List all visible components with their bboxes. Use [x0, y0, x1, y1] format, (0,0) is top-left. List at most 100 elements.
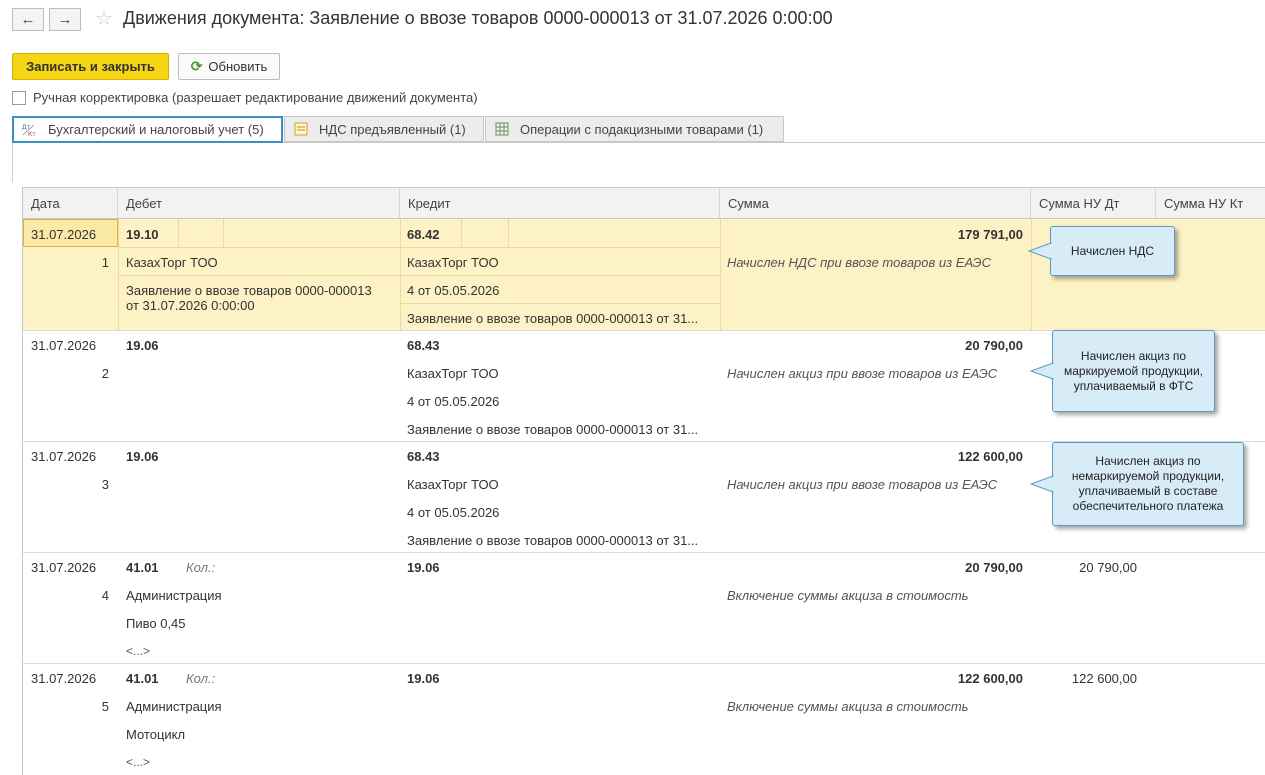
row2-date: 31.07.2026: [31, 338, 97, 353]
row5-debit-subconto-2: Мотоцикл: [126, 727, 186, 742]
row2-content: Начислен акциз при ввозе товаров из ЕАЭС: [727, 366, 998, 381]
row1-credit-subconto-3: Заявление о ввозе товаров 0000-000013 от…: [407, 311, 699, 326]
cell-divider: [400, 275, 720, 276]
tab-vat[interactable]: НДС предъявленный (1): [284, 116, 484, 142]
tab-vat-label: НДС предъявленный (1): [319, 121, 466, 137]
row1-credit-account: 68.42: [407, 227, 440, 242]
refresh-label: Обновить: [208, 59, 268, 74]
row3-content: Начислен акциз при ввозе товаров из ЕАЭС: [727, 477, 998, 492]
row5-nu-dt: 122 600,00: [1071, 671, 1137, 686]
row3-credit-subconto-3: Заявление о ввозе товаров 0000-000013 от…: [407, 533, 699, 548]
row1-debit-account: 19.10: [126, 227, 159, 242]
forward-button[interactable]: →: [49, 8, 81, 31]
row4-num: 4: [101, 588, 109, 603]
cell-divider: [223, 219, 224, 247]
tab-accounting[interactable]: Дт Кт Бухгалтерский и налоговый учет (5): [12, 116, 283, 143]
row5-debit-account: 41.01: [126, 671, 159, 686]
row5-content: Включение суммы акциза в стоимость: [727, 699, 969, 714]
row5-credit-account: 19.06: [407, 671, 440, 686]
cell-divider: [1031, 219, 1032, 330]
row3-num: 3: [101, 477, 109, 492]
row2-credit-subconto-1: КазахТорг ТОО: [407, 366, 499, 381]
row1-amount: 179 791,00: [957, 227, 1023, 242]
row5-amount: 122 600,00: [957, 671, 1023, 686]
svg-text:Кт: Кт: [28, 131, 36, 137]
arrow-right-icon: →: [57, 11, 73, 28]
col-header-credit[interactable]: Кредит: [400, 188, 720, 219]
callout-excise-marked: Начислен акциз по маркируемой продукции,…: [1029, 330, 1215, 412]
row1-date: 31.07.2026: [31, 227, 97, 242]
row4-debit-subconto-1: Администрация: [126, 588, 222, 603]
row4-nu-dt: 20 790,00: [1079, 560, 1137, 575]
tab-excise-label: Операции с подакцизными товарами (1): [520, 121, 764, 137]
row2-credit-subconto-3: Заявление о ввозе товаров 0000-000013 от…: [407, 422, 699, 437]
row3-amount: 122 600,00: [957, 449, 1023, 464]
row-divider: [23, 663, 1265, 664]
col-header-nu-dt[interactable]: Сумма НУ Дт: [1031, 188, 1156, 219]
callout-excise-unmarked: Начислен акциз по немаркируемой продукци…: [1029, 442, 1244, 526]
callout-vat: Начислен НДС: [1027, 226, 1175, 276]
row5-debit-qty-label: Кол.:: [186, 671, 216, 686]
row-divider: [23, 552, 1265, 553]
cell-divider: [118, 247, 720, 248]
favorite-star-icon[interactable]: ☆: [95, 6, 113, 31]
row2-num: 2: [101, 366, 109, 381]
excise-register-icon: [494, 122, 510, 136]
accounting-dt-kt-icon: Дт Кт: [22, 123, 38, 137]
tab-excise[interactable]: Операции с подакцизными товарами (1): [485, 116, 784, 142]
col-header-debit[interactable]: Дебет: [118, 188, 400, 219]
row3-credit-account: 68.43: [407, 449, 440, 464]
row1-credit-subconto-1: КазахТорг ТОО: [407, 255, 499, 270]
row2-debit-account: 19.06: [126, 338, 159, 353]
page-title: Движения документа: Заявление о ввозе то…: [123, 8, 833, 28]
row4-debit-qty-label: Кол.:: [186, 560, 216, 575]
row3-debit-account: 19.06: [126, 449, 159, 464]
tab-accounting-label: Бухгалтерский и налоговый учет (5): [48, 122, 264, 137]
callout-pointer: [1029, 475, 1055, 493]
row3-credit-subconto-2: 4 от 05.05.2026: [407, 505, 500, 520]
row4-credit-account: 19.06: [407, 560, 440, 575]
cell-divider: [508, 219, 509, 247]
callout-excise-marked-text: Начислен акциз по маркируемой продукции,…: [1063, 348, 1204, 393]
col-header-amount[interactable]: Сумма: [720, 188, 1031, 219]
row5-debit-more[interactable]: <...>: [126, 755, 150, 769]
row5-date: 31.07.2026: [31, 671, 97, 686]
row4-debit-more[interactable]: <...>: [126, 644, 150, 658]
panel-border: [12, 142, 13, 182]
vat-register-icon: [293, 122, 309, 136]
callout-pointer: [1029, 362, 1055, 380]
callout-pointer: [1027, 242, 1053, 260]
refresh-button[interactable]: ⟳ Обновить: [178, 53, 280, 80]
row4-debit-subconto-2: Пиво 0,45: [126, 616, 186, 631]
row4-date: 31.07.2026: [31, 560, 97, 575]
row1-debit-subconto-2b: от 31.07.2026 0:00:00: [126, 298, 255, 313]
row2-credit-subconto-2: 4 от 05.05.2026: [407, 394, 500, 409]
row2-amount: 20 790,00: [965, 338, 1023, 353]
manual-correction-checkbox[interactable]: [12, 91, 26, 105]
manual-correction-label[interactable]: Ручная корректировка (разрешает редактир…: [33, 90, 478, 105]
cell-divider: [461, 219, 462, 247]
row2-credit-account: 68.43: [407, 338, 440, 353]
save-and-close-button[interactable]: Записать и закрыть: [12, 53, 169, 80]
row3-credit-subconto-1: КазахТорг ТОО: [407, 477, 499, 492]
refresh-icon: ⟳: [190, 58, 203, 74]
cell-divider: [118, 275, 400, 276]
cell-divider: [178, 219, 179, 247]
row5-debit-subconto-1: Администрация: [126, 699, 222, 714]
row1-credit-subconto-2: 4 от 05.05.2026: [407, 283, 500, 298]
col-header-date[interactable]: Дата: [23, 188, 118, 219]
arrow-left-icon: ←: [20, 11, 36, 28]
row1-content: Начислен НДС при ввозе товаров из ЕАЭС: [727, 255, 991, 270]
svg-text:Дт: Дт: [22, 124, 31, 131]
cell-divider: [400, 303, 720, 304]
row4-debit-account: 41.01: [126, 560, 159, 575]
callout-vat-text: Начислен НДС: [1070, 243, 1155, 258]
col-header-nu-kt[interactable]: Сумма НУ Кт: [1156, 188, 1265, 219]
row1-debit-subconto-2: Заявление о ввозе товаров 0000-000013: [126, 283, 372, 298]
row1-debit-subconto-1: КазахТорг ТОО: [126, 255, 218, 270]
row5-num: 5: [101, 699, 109, 714]
row4-content: Включение суммы акциза в стоимость: [727, 588, 969, 603]
back-button[interactable]: ←: [12, 8, 44, 31]
row3-date: 31.07.2026: [31, 449, 97, 464]
row4-amount: 20 790,00: [965, 560, 1023, 575]
